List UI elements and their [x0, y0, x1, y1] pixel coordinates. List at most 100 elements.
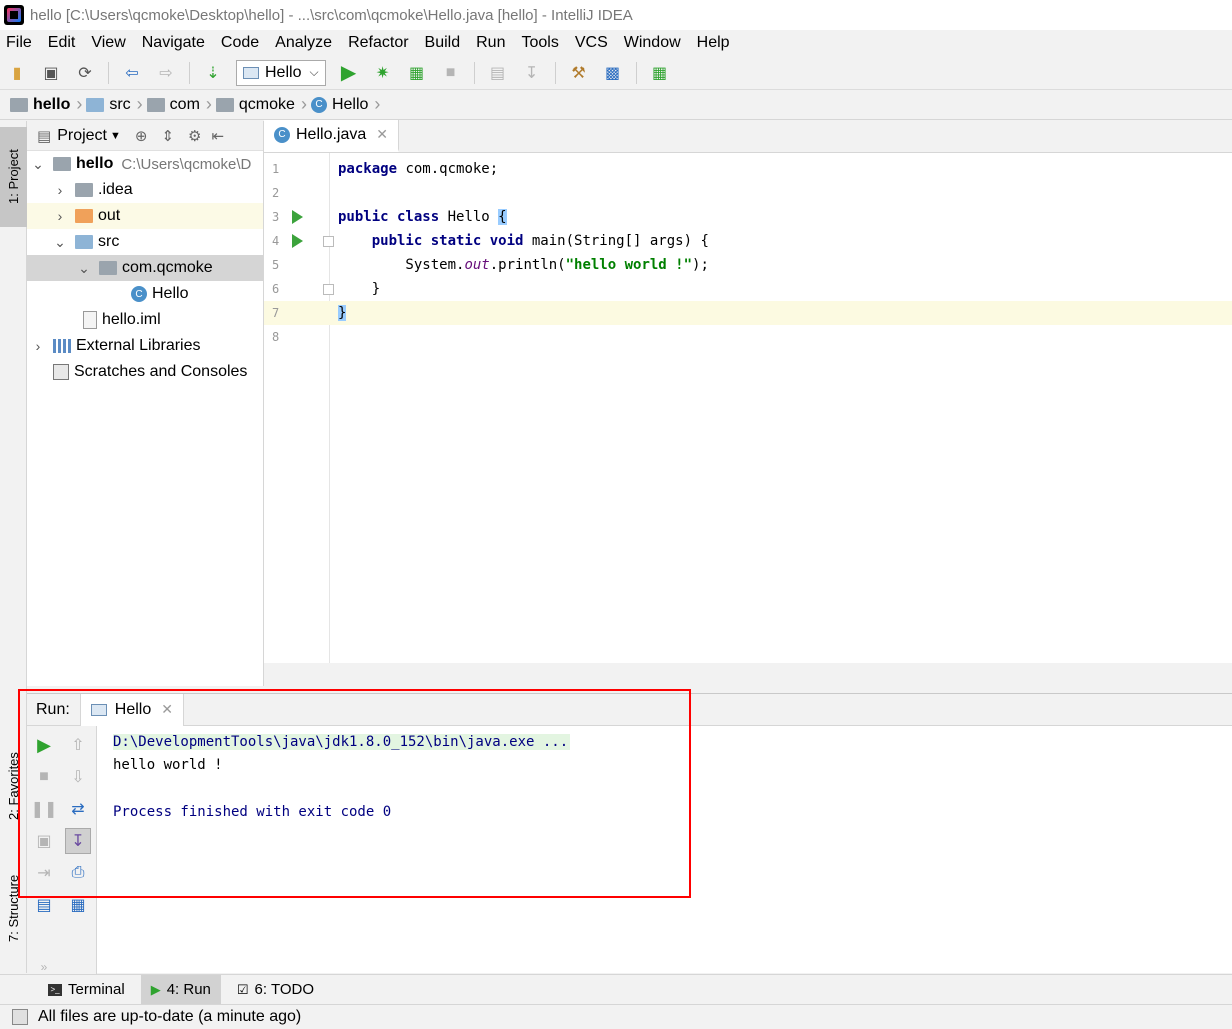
project-view-selector[interactable]: Project	[57, 127, 107, 145]
up-arrow-icon[interactable]: ⇧	[67, 734, 89, 756]
collapse-arrow-icon[interactable]: ⌄	[31, 156, 45, 173]
restore-layout-icon[interactable]: ▤	[33, 894, 55, 916]
scroll-to-end-icon[interactable]: ↧	[65, 828, 91, 854]
collapse-all-icon[interactable]: ⇕	[161, 127, 174, 145]
code-text: main(String[] args) {	[523, 233, 709, 249]
tree-item-src[interactable]: ⌄ src	[27, 229, 263, 255]
dump-threads-icon[interactable]: ▣	[33, 830, 55, 852]
locate-file-icon[interactable]: ⊕	[135, 127, 148, 145]
menu-build[interactable]: Build	[425, 34, 461, 52]
back-arrow-icon[interactable]: ⇦	[121, 62, 143, 84]
collapse-arrow-icon[interactable]: ⌄	[53, 234, 67, 251]
menu-vcs[interactable]: VCS	[575, 34, 608, 52]
code-text-area[interactable]: 1 package com.qcmoke; 2 3 public class H…	[264, 153, 1232, 663]
tree-item-iml[interactable]: hello.iml	[27, 307, 263, 333]
download-icon[interactable]: ↧	[521, 62, 543, 84]
hide-panel-icon[interactable]: ⇤	[211, 127, 224, 145]
tree-item-scratches[interactable]: Scratches and Consoles	[27, 359, 263, 385]
run-gutter-icon[interactable]	[292, 210, 303, 224]
menu-window[interactable]: Window	[624, 34, 681, 52]
close-icon[interactable]: ✕	[376, 126, 388, 143]
fold-icon[interactable]	[323, 284, 334, 295]
gear-icon[interactable]: ⚙	[188, 127, 201, 145]
open-folder-icon[interactable]: ▮	[6, 62, 28, 84]
menu-refactor[interactable]: Refactor	[348, 34, 408, 52]
expand-arrow-icon[interactable]: ›	[31, 338, 45, 354]
project-structure-icon[interactable]: ▩	[602, 62, 624, 84]
menu-navigate[interactable]: Navigate	[142, 34, 205, 52]
menu-analyze[interactable]: Analyze	[275, 34, 332, 52]
chevron-down-icon[interactable]: ▼	[110, 130, 121, 142]
expand-arrow-icon[interactable]: ›	[53, 182, 67, 198]
side-tab-project[interactable]: 1: Project	[0, 127, 27, 227]
breadcrumb-item-com[interactable]: com ›	[146, 94, 212, 115]
tree-item-hello-class[interactable]: C Hello	[27, 281, 263, 307]
menu-edit[interactable]: Edit	[48, 34, 76, 52]
breadcrumb-separator-icon: ›	[374, 94, 381, 114]
toolbar-separator	[108, 61, 109, 84]
save-all-icon[interactable]: ▣	[40, 62, 62, 84]
tree-item-out[interactable]: › out	[27, 203, 263, 229]
side-tab-label: 1: Project	[6, 149, 21, 205]
run-toolbar: ▶ ■ ❚❚ ▣ ⇥ ▤ » ⇧ ⇩ ⇄ ↧ ⎙ ▦	[27, 726, 97, 974]
down-arrow-icon[interactable]: ⇩	[67, 766, 89, 788]
run-icon[interactable]: ▶	[338, 62, 360, 84]
tree-item-label: .idea	[98, 181, 133, 198]
tree-item-package[interactable]: ⌄ com.qcmoke	[27, 255, 263, 281]
menu-help[interactable]: Help	[697, 34, 730, 52]
code-keyword: public class	[338, 209, 440, 225]
tool-windows-toggle-icon[interactable]	[12, 1009, 28, 1025]
menu-file[interactable]: File	[6, 34, 32, 52]
breadcrumb-item-qcmoke[interactable]: qcmoke ›	[215, 94, 307, 115]
code-text: }	[338, 281, 381, 297]
update-running-app-icon[interactable]: ▤	[487, 62, 509, 84]
build-project-icon[interactable]: ⇣	[202, 62, 224, 84]
bottom-tab-todo[interactable]: ☑ 6: TODO	[227, 975, 324, 1005]
menu-tools[interactable]: Tools	[521, 34, 558, 52]
collapse-arrow-icon[interactable]: ⌄	[77, 260, 91, 277]
tree-item-external-libraries[interactable]: › External Libraries	[27, 333, 263, 359]
excluded-folder-icon	[75, 209, 93, 223]
bottom-tab-terminal[interactable]: >_ Terminal	[38, 975, 135, 1005]
stop-icon[interactable]: ■	[440, 62, 462, 84]
fold-icon[interactable]	[323, 236, 334, 247]
expand-arrow-icon[interactable]: ›	[53, 208, 67, 224]
tree-item-hello[interactable]: ⌄ hello C:\Users\qcmoke\D	[27, 151, 263, 177]
status-bar: All files are up-to-date (a minute ago)	[0, 1004, 1232, 1029]
bottom-tab-run[interactable]: ▶ 4: Run	[140, 974, 221, 1005]
stop-icon[interactable]: ■	[33, 766, 55, 788]
menu-code[interactable]: Code	[221, 34, 259, 52]
run-gutter-icon[interactable]	[292, 234, 303, 248]
settings-wrench-icon[interactable]: ⚒	[568, 62, 590, 84]
run-tab-hello[interactable]: Hello ✕	[79, 693, 184, 726]
breadcrumb-item-hello[interactable]: hello ›	[10, 94, 82, 115]
project-view-icon: ▤	[37, 127, 52, 145]
code-line: 1 package com.qcmoke;	[264, 157, 1232, 181]
pause-icon[interactable]: ❚❚	[31, 798, 58, 820]
console-output[interactable]: D:\DevelopmentTools\java\jdk1.8.0_152\bi…	[113, 730, 571, 824]
soft-wrap-icon[interactable]: ⇄	[67, 798, 89, 820]
breadcrumb-label: src	[109, 95, 131, 113]
run-with-coverage-icon[interactable]: ▦	[406, 62, 428, 84]
toolbar-separator	[554, 61, 556, 84]
debug-icon[interactable]: ✷	[372, 62, 394, 84]
side-tab-structure[interactable]: 7: Structure	[0, 851, 27, 966]
menu-run[interactable]: Run	[476, 34, 505, 52]
sdk-manager-icon[interactable]: ▦	[649, 62, 671, 84]
print-icon[interactable]: ⎙	[67, 862, 89, 884]
menu-view[interactable]: View	[91, 34, 125, 52]
run-configuration-selector[interactable]: Hello ⌵	[236, 59, 326, 86]
code-line: 6 }	[264, 277, 1232, 301]
breadcrumb-item-src[interactable]: src ›	[86, 94, 143, 115]
forward-arrow-icon[interactable]: ⇨	[155, 62, 177, 84]
side-tab-favorites[interactable]: 2: Favorites	[0, 731, 27, 841]
breadcrumb-item-hello-class[interactable]: C Hello ›	[310, 94, 381, 115]
clear-all-icon[interactable]: ▦	[67, 894, 89, 916]
synchronize-icon[interactable]: ⟳	[74, 62, 96, 84]
tree-item-idea[interactable]: › .idea	[27, 177, 263, 203]
module-folder-icon	[10, 97, 28, 112]
exit-icon[interactable]: ⇥	[33, 862, 55, 884]
rerun-icon[interactable]: ▶	[33, 734, 55, 756]
close-icon[interactable]: ✕	[161, 701, 173, 718]
editor-tab-hello-java[interactable]: C Hello.java ✕	[264, 120, 399, 152]
